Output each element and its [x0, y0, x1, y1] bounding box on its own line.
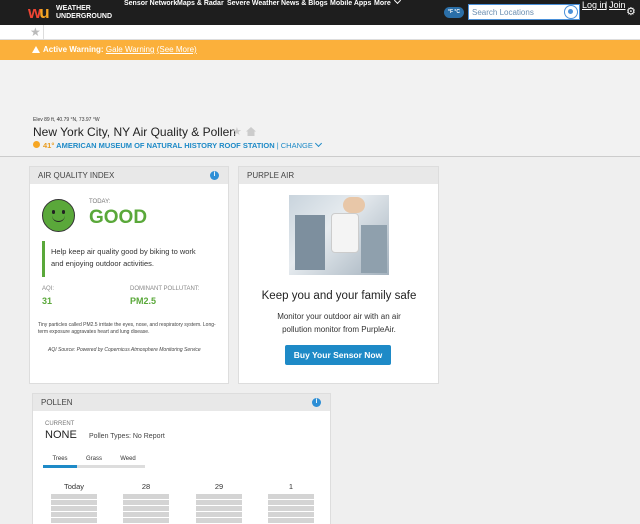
pollen-card-header: POLLEN i — [33, 394, 330, 411]
see-more-link[interactable]: (See More) — [157, 45, 197, 54]
page-title: New York City, NY Air Quality & Pollen — [33, 125, 236, 139]
pollen-level-bar — [196, 494, 242, 524]
current-label: CURRENT — [45, 421, 75, 427]
gear-icon[interactable]: ⚙ — [626, 6, 636, 18]
current-temp: 41° — [43, 141, 55, 150]
location-header: Elev 89 ft, 40.79 °N, 73.97 °W New York … — [0, 60, 640, 157]
home-icon[interactable] — [246, 127, 256, 136]
top-nav: wu WEATHER UNDERGROUND Sensor Network Ma… — [0, 0, 640, 25]
pollen-level-bar — [123, 494, 169, 524]
aqi-card: AIR QUALITY INDEX i TODAY: GOOD Help kee… — [29, 166, 229, 384]
active-warning-banner: Active Warning: Gale Warning (See More) — [0, 40, 640, 60]
warning-prefix: Active Warning: — [43, 45, 104, 54]
pollen-card: POLLEN i CURRENT NONE Pollen Types: No R… — [32, 393, 331, 524]
today-label: TODAY: — [89, 199, 111, 205]
purple-air-headline: Keep you and your family safe — [261, 290, 417, 302]
forecast-day: 1 — [288, 482, 294, 491]
star-icon[interactable]: ★ — [30, 25, 44, 40]
aqi-status: GOOD — [89, 207, 148, 228]
tab-weed[interactable]: Weed — [111, 456, 145, 468]
purple-air-sensor-image — [289, 195, 389, 275]
elevation-coords: Elev 89 ft, 40.79 °N, 73.97 °W — [33, 117, 100, 123]
wu-logo-icon: wu — [28, 3, 50, 22]
change-station-link[interactable]: | CHANGE — [277, 141, 313, 150]
pollen-types: Pollen Types: No Report — [89, 433, 165, 440]
pollen-types-label: Pollen Types: — [89, 433, 131, 440]
nav-sensor-network[interactable]: Sensor Network — [124, 0, 177, 25]
nav-news-blogs[interactable]: News & Blogs — [281, 0, 328, 25]
pollen-level-bar — [268, 494, 314, 524]
login-link[interactable]: Log in — [582, 0, 607, 25]
station-name[interactable]: AMERICAN MUSEUM OF NATURAL HISTORY ROOF … — [56, 141, 274, 150]
pollen-card-title: POLLEN — [41, 398, 73, 407]
forecast-day: 28 — [141, 482, 151, 491]
nav-maps-radar[interactable]: Maps & Radar — [177, 0, 224, 25]
gale-warning-link[interactable]: Gale Warning — [106, 45, 155, 54]
purple-air-card: PURPLE AIR Keep you and your family safe… — [238, 166, 439, 384]
favorite-star-icon[interactable]: ★ — [232, 125, 242, 138]
smiley-face-icon — [42, 199, 75, 232]
pollen-current-value: NONE — [45, 429, 77, 441]
pollen-types-value: No Report — [132, 433, 165, 440]
aqi-card-title: AIR QUALITY INDEX — [38, 171, 115, 180]
wu-logo[interactable]: wu WEATHER UNDERGROUND — [28, 3, 118, 23]
forecast-day: 29 — [214, 482, 224, 491]
info-icon[interactable]: i — [210, 171, 219, 180]
pollutant-value: PM2.5 — [130, 296, 157, 306]
logo-text: WEATHER UNDERGROUND — [56, 5, 112, 20]
pollutant-label: DOMINANT POLLUTANT: — [130, 286, 200, 292]
nav-mobile-apps[interactable]: Mobile Apps — [330, 0, 371, 25]
station-row: 41° AMERICAN MUSEUM OF NATURAL HISTORY R… — [33, 139, 322, 150]
buy-sensor-button[interactable]: Buy Your Sensor Now — [285, 345, 391, 365]
sun-icon — [33, 141, 40, 148]
purple-air-body: Monitor your outdoor air with an air pol… — [277, 312, 401, 334]
nav-severe-weather[interactable]: Severe Weather — [227, 0, 279, 25]
aqi-value: 31 — [42, 296, 53, 306]
aqi-label: AQI: — [42, 286, 55, 292]
purple-air-header: PURPLE AIR — [239, 167, 438, 184]
pollen-level-bar — [51, 494, 97, 524]
forecast-day: Today — [63, 482, 84, 491]
locate-icon[interactable] — [564, 5, 578, 19]
nav-more[interactable]: More — [374, 0, 400, 25]
tab-trees[interactable]: Trees — [43, 456, 77, 468]
tab-grass[interactable]: Grass — [77, 456, 111, 468]
aqi-source: AQI Source: Powered by Copernicus Atmosp… — [48, 347, 201, 353]
join-link[interactable]: Join — [609, 0, 626, 25]
favorites-bar: ★ — [0, 25, 640, 40]
chevron-down-icon[interactable] — [314, 139, 322, 148]
aqi-advice: Help keep air quality good by biking to … — [42, 241, 216, 277]
info-icon[interactable]: i — [312, 398, 321, 407]
aqi-card-header: AIR QUALITY INDEX i — [30, 167, 228, 184]
aqi-note: Tiny particles called PM2.5 irritate the… — [38, 322, 216, 335]
auth-separator: | — [605, 0, 608, 10]
warning-icon — [32, 46, 40, 53]
unit-toggle[interactable]: °F °C — [444, 7, 464, 18]
